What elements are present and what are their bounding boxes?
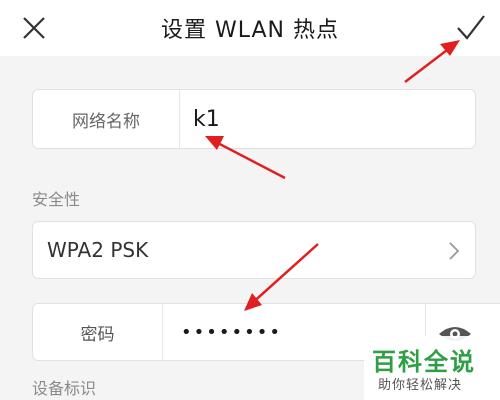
security-section-label: 安全性	[32, 190, 81, 209]
confirm-button[interactable]	[450, 8, 490, 48]
header-bar: 设置 WLAN 热点	[0, 0, 500, 56]
ssid-input[interactable]: k1	[193, 90, 220, 148]
chevron-right-icon	[449, 242, 460, 260]
ssid-row: 网络名称 k1	[32, 89, 476, 149]
password-input[interactable]: ••••••••	[181, 304, 282, 360]
security-value: WPA2 PSK	[47, 238, 149, 262]
page-title: 设置 WLAN 热点	[160, 18, 339, 43]
checkmark-icon[interactable]	[450, 8, 490, 48]
ssid-label: 网络名称	[33, 90, 180, 148]
device-id-section-label: 设备标识	[32, 379, 97, 398]
security-select[interactable]: WPA2 PSK	[32, 221, 476, 279]
watermark-logo: 百科全说 助你轻松解决	[364, 336, 500, 400]
watermark-subtitle: 助你轻松解决	[378, 378, 463, 393]
password-label: 密码	[33, 304, 163, 360]
watermark-title: 百科全说	[372, 348, 476, 376]
